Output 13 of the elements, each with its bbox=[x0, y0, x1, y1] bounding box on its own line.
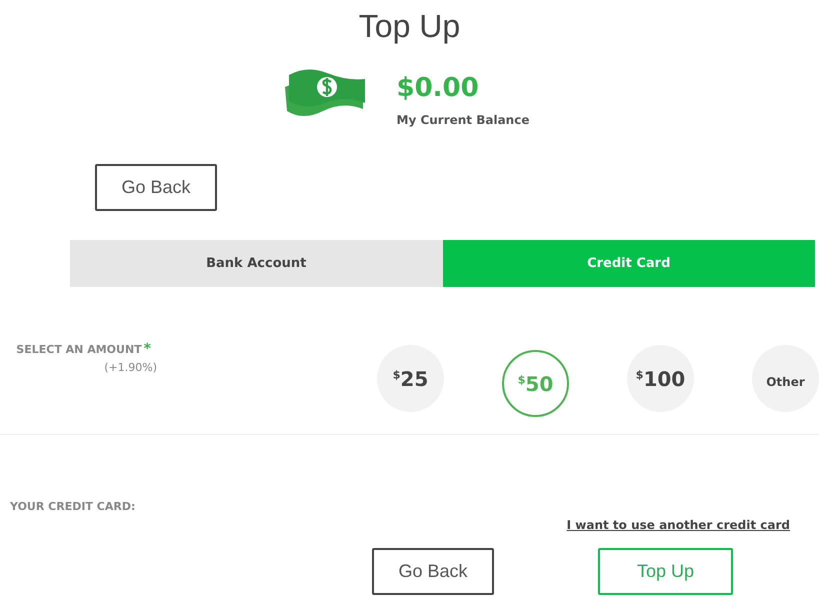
other-amount-option[interactable]: Other bbox=[752, 345, 819, 412]
balance-amount: $0.00 bbox=[396, 73, 480, 103]
another-card-link[interactable]: I want to use another credit card bbox=[566, 518, 790, 532]
amount-label: SELECT AN AMOUNT* bbox=[16, 341, 151, 357]
page-title: Top Up bbox=[358, 7, 462, 45]
amount-option[interactable]: $^{$}$25 bbox=[377, 345, 444, 412]
amount-option[interactable]: $^{$}$100 bbox=[627, 345, 694, 412]
payment-tab[interactable]: Bank Account bbox=[70, 240, 442, 287]
balance-label: My Current Balance bbox=[396, 113, 530, 127]
go-back-button[interactable]: Go Back bbox=[372, 548, 494, 595]
credit-card-label: YOUR CREDIT CARD: bbox=[10, 500, 136, 513]
fee-text: (+1.90%) bbox=[104, 361, 157, 374]
go-back-button[interactable]: Go Back bbox=[95, 164, 217, 211]
